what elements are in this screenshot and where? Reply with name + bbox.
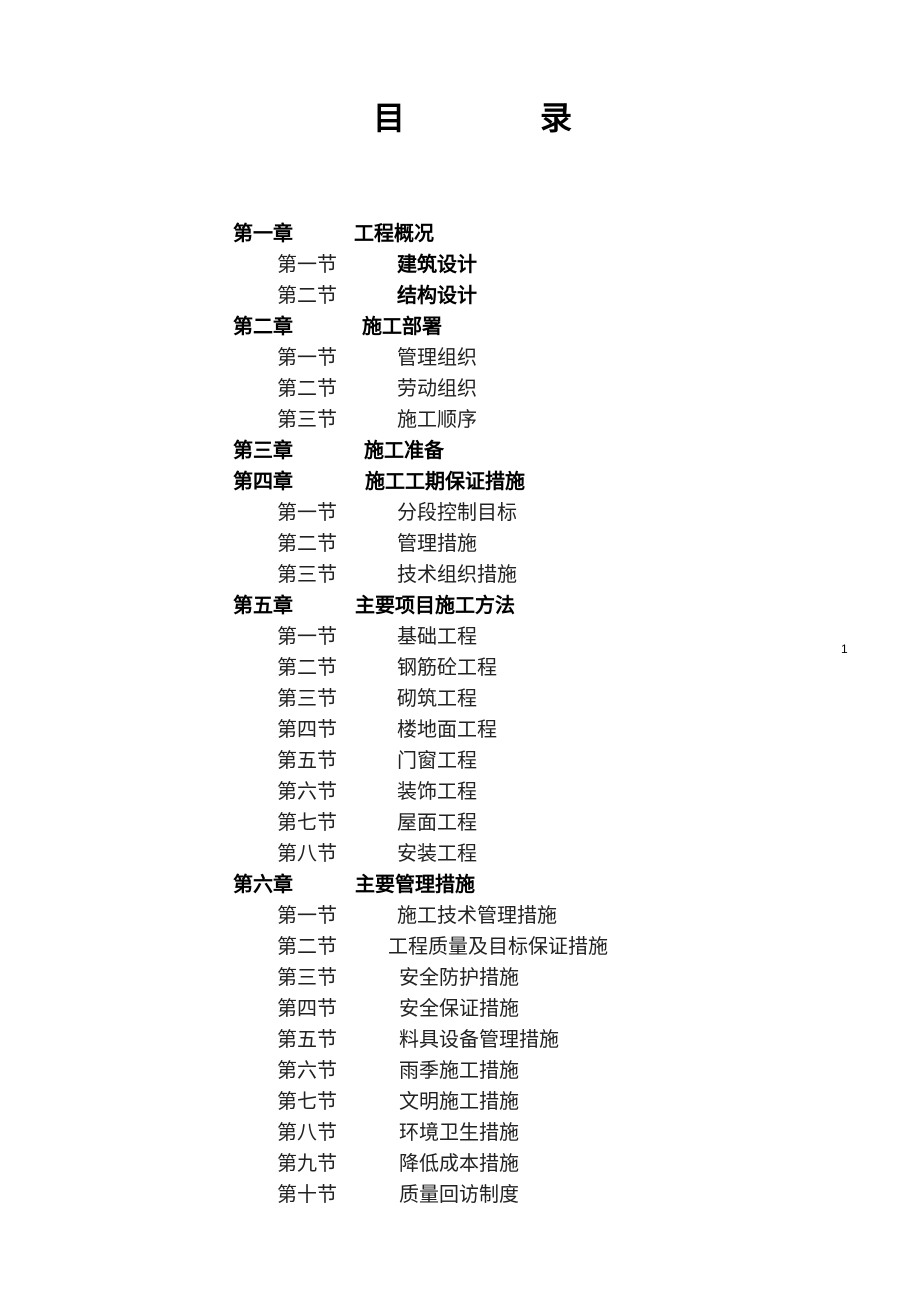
chapter-label: 第五章	[233, 593, 293, 617]
section-title: 安全保证措施	[399, 996, 519, 1020]
section-label: 第一节	[277, 903, 337, 927]
section-label: 第三节	[277, 407, 337, 431]
chapter-label: 第三章	[233, 438, 293, 462]
chapter-label: 第二章	[233, 314, 293, 338]
section-label: 第七节	[277, 1089, 337, 1113]
section-label: 第二节	[277, 283, 337, 307]
section-label: 第九节	[277, 1151, 337, 1175]
section-title: 结构设计	[397, 283, 477, 307]
chapter-title: 施工工期保证措施	[365, 469, 525, 493]
section-label: 第六节	[277, 1058, 337, 1082]
section-label: 第三节	[277, 686, 337, 710]
chapter-title: 施工部署	[362, 314, 442, 338]
section-title: 管理措施	[397, 531, 477, 555]
section-label: 第一节	[277, 624, 337, 648]
section-label: 第八节	[277, 841, 337, 865]
chapter-title: 主要项目施工方法	[355, 593, 515, 617]
section-title: 分段控制目标	[397, 500, 517, 524]
section-title: 管理组织	[397, 345, 477, 369]
page-number: 1	[841, 642, 848, 656]
title-char-1: 目	[373, 99, 406, 137]
section-title: 雨季施工措施	[399, 1058, 519, 1082]
section-title: 劳动组织	[397, 376, 477, 400]
section-title: 环境卫生措施	[399, 1120, 519, 1144]
section-label: 第一节	[277, 500, 337, 524]
section-label: 第一节	[277, 345, 337, 369]
section-title: 降低成本措施	[399, 1151, 519, 1175]
section-label: 第二节	[277, 934, 337, 958]
section-title: 施工顺序	[397, 407, 477, 431]
section-title: 基础工程	[397, 624, 477, 648]
section-label: 第四节	[277, 717, 337, 741]
section-title: 砌筑工程	[397, 686, 477, 710]
chapter-title: 工程概况	[354, 221, 434, 245]
section-title: 工程质量及目标保证措施	[388, 934, 608, 958]
section-title: 施工技术管理措施	[397, 903, 557, 927]
section-title: 屋面工程	[397, 810, 477, 834]
title-char-2: 录	[540, 99, 573, 137]
page-title: 目 录	[0, 96, 920, 140]
section-label: 第一节	[277, 252, 337, 276]
chapter-title: 主要管理措施	[355, 872, 475, 896]
section-label: 第五节	[277, 1027, 337, 1051]
chapter-label: 第一章	[233, 221, 293, 245]
section-label: 第二节	[277, 655, 337, 679]
section-label: 第七节	[277, 810, 337, 834]
section-label: 第三节	[277, 965, 337, 989]
section-label: 第四节	[277, 996, 337, 1020]
section-label: 第十节	[277, 1182, 337, 1206]
section-label: 第二节	[277, 376, 337, 400]
section-title: 安装工程	[397, 841, 477, 865]
section-title: 装饰工程	[397, 779, 477, 803]
section-label: 第三节	[277, 562, 337, 586]
section-label: 第二节	[277, 531, 337, 555]
chapter-title: 施工准备	[364, 438, 444, 462]
section-title: 质量回访制度	[399, 1182, 519, 1206]
section-title: 楼地面工程	[397, 717, 497, 741]
section-title: 门窗工程	[397, 748, 477, 772]
section-title: 安全防护措施	[399, 965, 519, 989]
section-title: 技术组织措施	[397, 562, 517, 586]
section-label: 第八节	[277, 1120, 337, 1144]
section-label: 第五节	[277, 748, 337, 772]
section-title: 料具设备管理措施	[399, 1027, 559, 1051]
chapter-label: 第六章	[233, 872, 293, 896]
section-label: 第六节	[277, 779, 337, 803]
section-title: 建筑设计	[397, 252, 477, 276]
section-title: 钢筋砼工程	[397, 655, 497, 679]
section-title: 文明施工措施	[399, 1089, 519, 1113]
chapter-label: 第四章	[233, 469, 293, 493]
